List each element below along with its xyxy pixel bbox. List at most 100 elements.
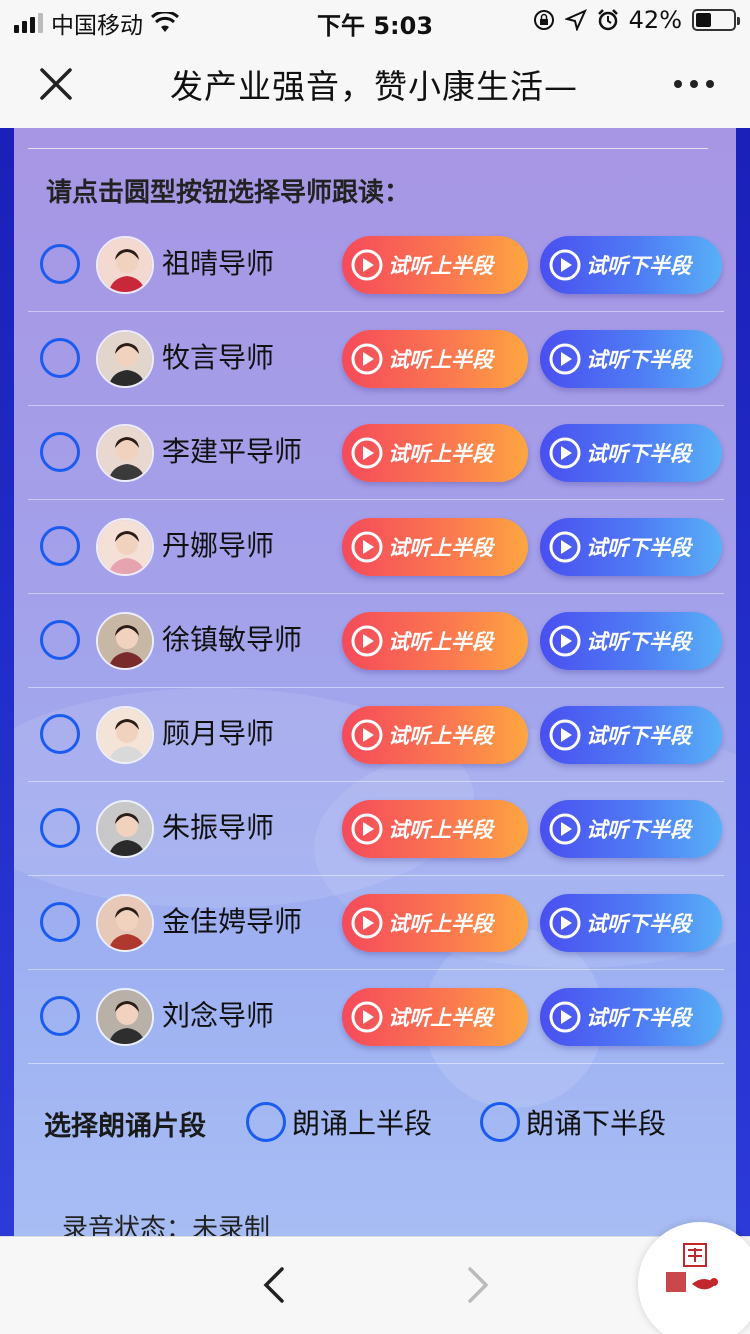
listen-first-half-button[interactable]: 试听上半段 [342,800,528,858]
listen-button-label: 试听上半段 [388,348,493,372]
avatar [96,612,154,670]
listen-second-half-button[interactable]: 试听下半段 [540,612,722,670]
tutor-name: 李建平导师 [162,435,303,468]
tutor-row: 丹娜导师 试听上半段 试听下半段 [28,500,724,594]
play-icon [351,813,383,845]
location-icon [564,9,587,31]
segment-option-first[interactable]: 朗诵上半段 [246,1102,432,1142]
listen-button-label: 试听下半段 [586,442,691,466]
listen-second-half-button[interactable]: 试听下半段 [540,424,722,482]
listen-button-label: 试听下半段 [586,1006,691,1030]
page-content: 请点击圆型按钮选择导师跟读： 祖晴导师 试听上半段 试听下半段 牧言导师 试听上半段 试听… [0,128,750,1236]
close-icon[interactable] [36,64,76,104]
alarm-icon [597,9,618,31]
segment-option-label: 朗诵下半段 [526,1107,667,1140]
listen-second-half-button[interactable]: 试听下半段 [540,236,722,294]
listen-first-half-button[interactable]: 试听上半段 [342,612,528,670]
listen-button-label: 试听上半段 [388,912,493,936]
tutor-radio-button[interactable] [40,902,80,942]
tutor-radio-button[interactable] [40,338,80,378]
tutor-name: 徐镇敏导师 [162,623,303,656]
tutor-radio-button[interactable] [40,996,80,1036]
play-icon [351,1001,383,1033]
listen-button-label: 试听上半段 [388,724,493,748]
play-icon [351,719,383,751]
tutor-name: 祖晴导师 [162,247,275,280]
status-bar: 中国移动 下午 5:03 42% [0,0,750,40]
listen-second-half-button[interactable]: 试听下半段 [540,894,722,952]
tutor-name: 朱振导师 [162,811,275,844]
battery-icon [692,9,740,31]
segment-option-second[interactable]: 朗诵下半段 [480,1102,666,1142]
listen-first-half-button[interactable]: 试听上半段 [342,236,528,294]
listen-button-label: 试听上半段 [388,1006,493,1030]
listen-first-half-button[interactable]: 试听上半段 [342,424,528,482]
tutor-radio-button[interactable] [40,714,80,754]
listen-button-label: 试听下半段 [586,536,691,560]
tutor-name: 顾月导师 [162,717,275,750]
play-icon [351,437,383,469]
tutor-radio-button[interactable] [40,432,80,472]
floating-logo-badge[interactable] [638,1222,750,1334]
listen-second-half-button[interactable]: 试听下半段 [540,330,722,388]
segment-label: 选择朗诵片段 [44,1111,206,1142]
tutor-row: 顾月导师 试听上半段 试听下半段 [28,688,724,782]
play-icon [549,907,581,939]
listen-second-half-button[interactable]: 试听下半段 [540,706,722,764]
tutor-name: 金佳娉导师 [162,905,303,938]
tutor-row: 徐镇敏导师 试听上半段 试听下半段 [28,594,724,688]
listen-first-half-button[interactable]: 试听上半段 [342,988,528,1046]
listen-first-half-button[interactable]: 试听上半段 [342,894,528,952]
play-icon [549,249,581,281]
tutor-row: 牧言导师 试听上半段 试听下半段 [28,312,724,406]
play-icon [351,343,383,375]
tutor-row: 刘念导师 试听上半段 试听下半段 [28,970,724,1064]
logo-icon [666,1243,718,1292]
instruction-text: 请点击圆型按钮选择导师跟读： [46,178,411,208]
listen-button-label: 试听下半段 [586,912,691,936]
tutor-radio-button[interactable] [40,808,80,848]
listen-second-half-button[interactable]: 试听下半段 [540,800,722,858]
tutor-row: 李建平导师 试听上半段 试听下半段 [28,406,724,500]
status-right: 42% [533,6,740,34]
radio-button[interactable] [480,1102,520,1142]
tutor-name: 丹娜导师 [162,529,275,562]
listen-first-half-button[interactable]: 试听上半段 [342,330,528,388]
avatar [96,236,154,294]
tutor-row: 祖晴导师 试听上半段 试听下半段 [28,218,724,312]
chevron-left-icon[interactable] [256,1265,292,1305]
play-icon [549,625,581,657]
tutor-list: 祖晴导师 试听上半段 试听下半段 牧言导师 试听上半段 试听下半段 李建平导师 试听上半段 试听… [28,218,724,1064]
listen-second-half-button[interactable]: 试听下半段 [540,518,722,576]
listen-button-label: 试听下半段 [586,630,691,654]
battery-percent: 42% [628,6,682,34]
tutor-radio-button[interactable] [40,244,80,284]
more-icon[interactable] [674,80,714,88]
tutor-panel: 请点击圆型按钮选择导师跟读： 祖晴导师 试听上半段 试听下半段 牧言导师 试听上半段 试听… [14,128,736,1236]
chevron-right-icon[interactable] [460,1265,496,1305]
play-icon [549,531,581,563]
play-icon [549,437,581,469]
listen-button-label: 试听上半段 [388,536,493,560]
listen-first-half-button[interactable]: 试听上半段 [342,518,528,576]
listen-first-half-button[interactable]: 试听上半段 [342,706,528,764]
listen-button-label: 试听上半段 [388,630,493,654]
tutor-name: 牧言导师 [162,341,275,374]
listen-button-label: 试听下半段 [586,254,691,278]
avatar [96,330,154,388]
play-icon [351,249,383,281]
tutor-radio-button[interactable] [40,526,80,566]
play-icon [351,907,383,939]
avatar [96,894,154,952]
listen-button-label: 试听下半段 [586,348,691,372]
play-icon [549,343,581,375]
radio-button[interactable] [246,1102,286,1142]
listen-second-half-button[interactable]: 试听下半段 [540,988,722,1046]
tutor-radio-button[interactable] [40,620,80,660]
divider [28,148,708,149]
listen-button-label: 试听上半段 [388,254,493,278]
listen-button-label: 试听下半段 [586,818,691,842]
avatar [96,800,154,858]
play-icon [549,719,581,751]
listen-button-label: 试听下半段 [586,724,691,748]
